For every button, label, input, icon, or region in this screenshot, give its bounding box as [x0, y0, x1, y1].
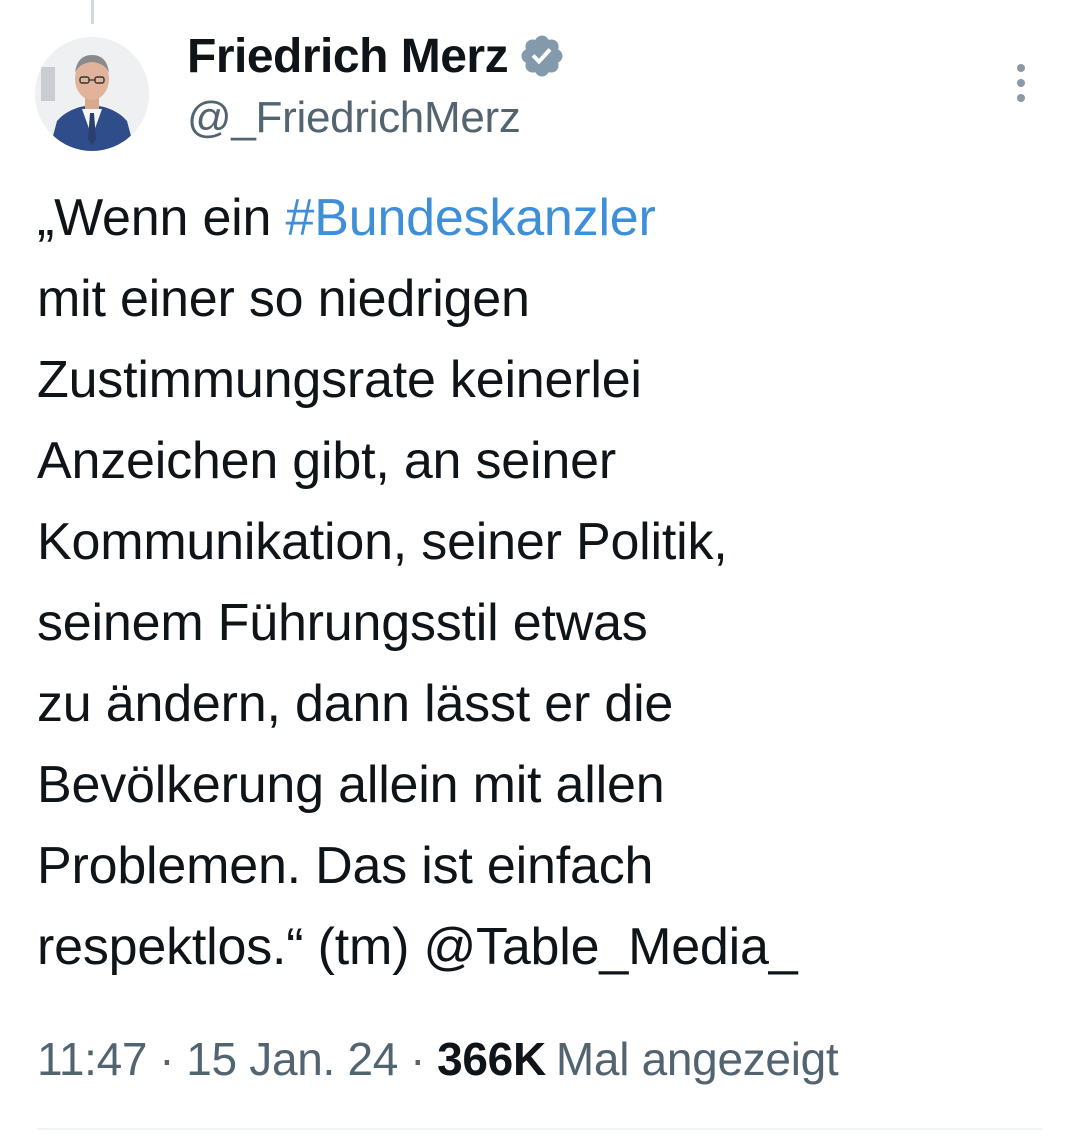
verified-badge-icon [521, 35, 563, 77]
tweet-line: seinem Führungsstil etwas [37, 594, 648, 652]
more-options-icon[interactable] [1004, 58, 1038, 108]
tweet-line: Bevölkerung allein mit allen [37, 756, 665, 814]
tweet-line-text: respektlos.“ (tm) [37, 918, 424, 976]
author-handle[interactable]: @_FriedrichMerz [187, 93, 521, 143]
avatar[interactable] [35, 37, 149, 151]
hashtag-link[interactable]: #Bundeskanzler [286, 189, 656, 247]
tweet-line: Kommunikation, seiner Politik, [37, 513, 728, 571]
thread-connector-line [91, 0, 94, 24]
tweet-line: „Wenn ein #Bundeskanzler [37, 178, 1037, 259]
mention-link[interactable]: @Table_Media_ [423, 918, 797, 976]
views-count[interactable]: 366K [437, 1032, 546, 1086]
meta-separator: · [410, 1033, 426, 1085]
meta-separator: · [159, 1033, 175, 1085]
more-options-dot [1017, 79, 1025, 87]
tweet-line: mit einer so niedrigen [37, 270, 530, 328]
more-options-dot [1017, 64, 1025, 72]
tweet-line: respektlos.“ (tm) @Table_Media_ [37, 907, 1037, 988]
tweet-line: Zustimmungsrate keinerlei [37, 351, 642, 409]
more-options-dot [1017, 94, 1025, 102]
views-label: Mal angezeigt [555, 1033, 839, 1085]
tweet-line: zu ändern, dann lässt er die [37, 675, 674, 733]
avatar-photo [35, 37, 149, 151]
author-display-name[interactable]: Friedrich Merz [187, 29, 509, 84]
author-name-row[interactable]: Friedrich Merz [187, 26, 566, 86]
divider [37, 1128, 1042, 1130]
tweet-meta: 11:47 · 15 Jan. 24 · 366K Mal angezeigt [37, 1032, 839, 1086]
tweet-line-text: „Wenn ein [37, 189, 286, 247]
tweet-line: Problemen. Das ist einfach [37, 837, 654, 895]
tweet-time[interactable]: 11:47 [37, 1032, 148, 1086]
tweet-date[interactable]: 15 Jan. 24 [186, 1032, 398, 1086]
tweet-line: Anzeichen gibt, an seiner [37, 432, 616, 490]
tweet-text: „Wenn ein #Bundeskanzler mit einer so ni… [37, 178, 1037, 988]
